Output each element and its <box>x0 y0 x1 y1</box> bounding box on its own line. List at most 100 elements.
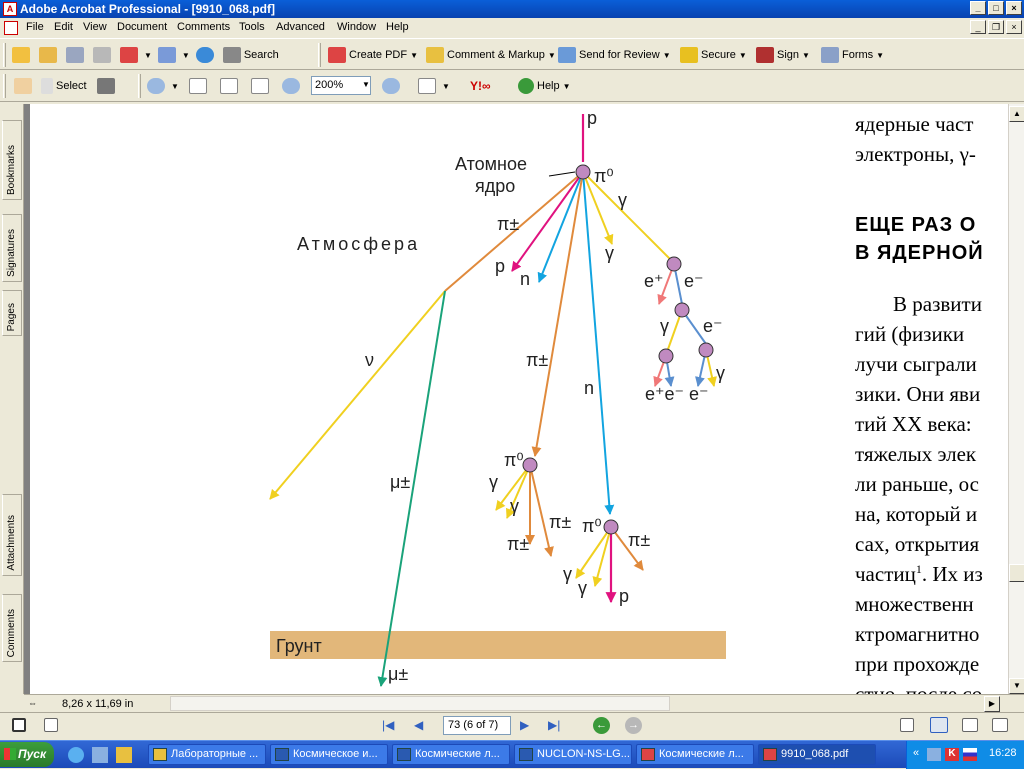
previous-page-icon[interactable]: ◀ <box>414 718 423 732</box>
actual-size-icon[interactable] <box>188 78 207 94</box>
print-icon[interactable] <box>93 47 111 63</box>
word-icon <box>519 748 533 761</box>
first-page-icon[interactable]: |◀ <box>382 718 394 732</box>
fit-width-icon[interactable] <box>250 78 269 94</box>
go-back-icon[interactable]: ← <box>593 717 610 734</box>
page-number-input[interactable]: 73 (6 of 7) <box>443 716 511 735</box>
toolbar-view: Select ▼ ▼ Y!∞ Help ▼ <box>0 70 1024 102</box>
create-pdf-button[interactable]: Create PDF <box>349 49 407 61</box>
task-word-2[interactable]: Космические л... <box>392 744 510 765</box>
kaspersky-icon[interactable]: K <box>945 748 959 761</box>
vertex-cascade-3 <box>658 348 674 364</box>
document-view[interactable]: p Атомное ядро π⁰ Атмосфера π± p n γ γ e… <box>24 104 1008 694</box>
doc-close-button[interactable]: × <box>1006 20 1022 34</box>
secure-button[interactable]: Secure <box>701 49 736 61</box>
menu-file[interactable]: File <box>26 21 44 33</box>
task-folder[interactable]: Лабораторные ... <box>148 744 266 765</box>
horizontal-scrollbar[interactable] <box>170 696 670 711</box>
page-layout-icon[interactable] <box>418 78 436 94</box>
system-tray: « K 16:28 <box>906 741 1024 769</box>
continuous-facing-icon[interactable] <box>992 718 1008 732</box>
ground-band <box>270 631 726 659</box>
para-line-6: тяжелых элек <box>855 442 977 466</box>
menu-advanced[interactable]: Advanced <box>276 21 325 33</box>
tab-signatures[interactable]: Signatures <box>2 214 22 282</box>
last-page-icon[interactable]: ▶| <box>548 718 560 732</box>
menu-document[interactable]: Document <box>117 21 167 33</box>
menu-comments[interactable]: Comments <box>177 21 230 33</box>
scroll-right-button[interactable]: ▶ <box>984 696 1000 712</box>
continuous-icon[interactable] <box>930 717 948 733</box>
task-word-3[interactable]: NUCLON-NS-LG... <box>514 744 632 765</box>
single-page-icon[interactable] <box>900 718 914 732</box>
doc-restore-button[interactable]: ❐ <box>988 20 1004 34</box>
navigation-panel: Bookmarks Signatures Pages Attachments C… <box>0 104 24 694</box>
facing-icon[interactable] <box>962 718 978 732</box>
network-icon[interactable] <box>927 748 941 761</box>
search-button[interactable]: Search <box>244 49 279 61</box>
label-gamma-3: γ <box>660 316 669 336</box>
binoculars-icon[interactable] <box>222 47 241 63</box>
minimize-button[interactable]: _ <box>970 1 986 15</box>
snapshot-icon[interactable] <box>96 78 115 94</box>
zoom-in-icon[interactable] <box>147 78 165 94</box>
next-page-icon[interactable]: ▶ <box>520 718 529 732</box>
select-button[interactable]: Select <box>56 80 87 92</box>
resize-arrows-icon[interactable]: ⇔ <box>28 698 37 708</box>
pen-icon <box>756 47 774 63</box>
label-gamma-7: γ <box>563 564 572 584</box>
lock-icon <box>680 47 698 63</box>
menu-window[interactable]: Window <box>337 21 376 33</box>
go-forward-icon[interactable]: → <box>625 717 642 734</box>
label-pi0-mid: π⁰ <box>504 450 524 470</box>
task-pdf-active[interactable]: 9910_068.pdf <box>758 744 876 765</box>
label-nucleus-2: ядро <box>475 176 515 196</box>
pion-track-2 <box>531 171 584 457</box>
tab-pages[interactable]: Pages <box>2 290 22 336</box>
task-pdf-1[interactable]: Космические л... <box>636 744 754 765</box>
email-icon[interactable] <box>120 47 138 63</box>
save-icon[interactable] <box>66 47 84 63</box>
zoom-dropdown-icon[interactable]: ▼ <box>362 80 370 89</box>
help-button[interactable]: Help <box>537 80 560 92</box>
tray-expand-icon[interactable]: « <box>913 747 919 759</box>
start-button[interactable]: Пуск <box>0 742 54 767</box>
label-p-low: p <box>619 586 629 606</box>
yahoo-icon[interactable]: Y!∞ <box>470 79 491 93</box>
menu-help[interactable]: Help <box>386 21 409 33</box>
scroll-thumb[interactable] <box>1009 564 1024 582</box>
tab-attachments[interactable]: Attachments <box>2 494 22 576</box>
desktop-icon[interactable] <box>92 747 108 763</box>
language-flag-icon[interactable] <box>963 748 977 761</box>
doc-minimize-button[interactable]: _ <box>970 20 986 34</box>
menu-view[interactable]: View <box>83 21 107 33</box>
vertical-scrollbar[interactable]: ▲ ▼ <box>1008 104 1024 694</box>
attach-icon[interactable] <box>157 47 176 63</box>
label-p-top: p <box>587 108 597 128</box>
zoom-out-icon[interactable] <box>281 78 300 94</box>
label-ground: Грунт <box>276 636 322 656</box>
hand-icon[interactable] <box>14 78 32 94</box>
organizer-icon[interactable] <box>39 47 57 63</box>
fit-page-icon[interactable] <box>219 78 238 94</box>
zoom-plus-icon[interactable] <box>382 78 400 94</box>
quicklaunch-icon[interactable] <box>116 747 132 763</box>
tab-bookmarks[interactable]: Bookmarks <box>2 120 22 200</box>
scroll-up-button[interactable]: ▲ <box>1009 106 1024 122</box>
panel-toggle-icon[interactable] <box>12 718 26 732</box>
scroll-down-button[interactable]: ▼ <box>1009 678 1024 694</box>
forms-button[interactable]: Forms <box>842 49 873 61</box>
page-thumb-icon[interactable] <box>44 718 58 732</box>
task-word-1[interactable]: Космическое и... <box>270 744 388 765</box>
sign-button[interactable]: Sign <box>777 49 799 61</box>
ie-icon[interactable] <box>68 747 84 763</box>
globe-icon[interactable] <box>195 47 214 63</box>
menu-edit[interactable]: Edit <box>54 21 73 33</box>
comment-markup-button[interactable]: Comment & Markup <box>447 49 545 61</box>
open-icon[interactable] <box>12 47 30 63</box>
menu-tools[interactable]: Tools <box>239 21 265 33</box>
close-button[interactable]: × <box>1006 1 1022 15</box>
tab-comments[interactable]: Comments <box>2 594 22 662</box>
send-review-button[interactable]: Send for Review <box>579 49 660 61</box>
maximize-button[interactable]: □ <box>988 1 1004 15</box>
